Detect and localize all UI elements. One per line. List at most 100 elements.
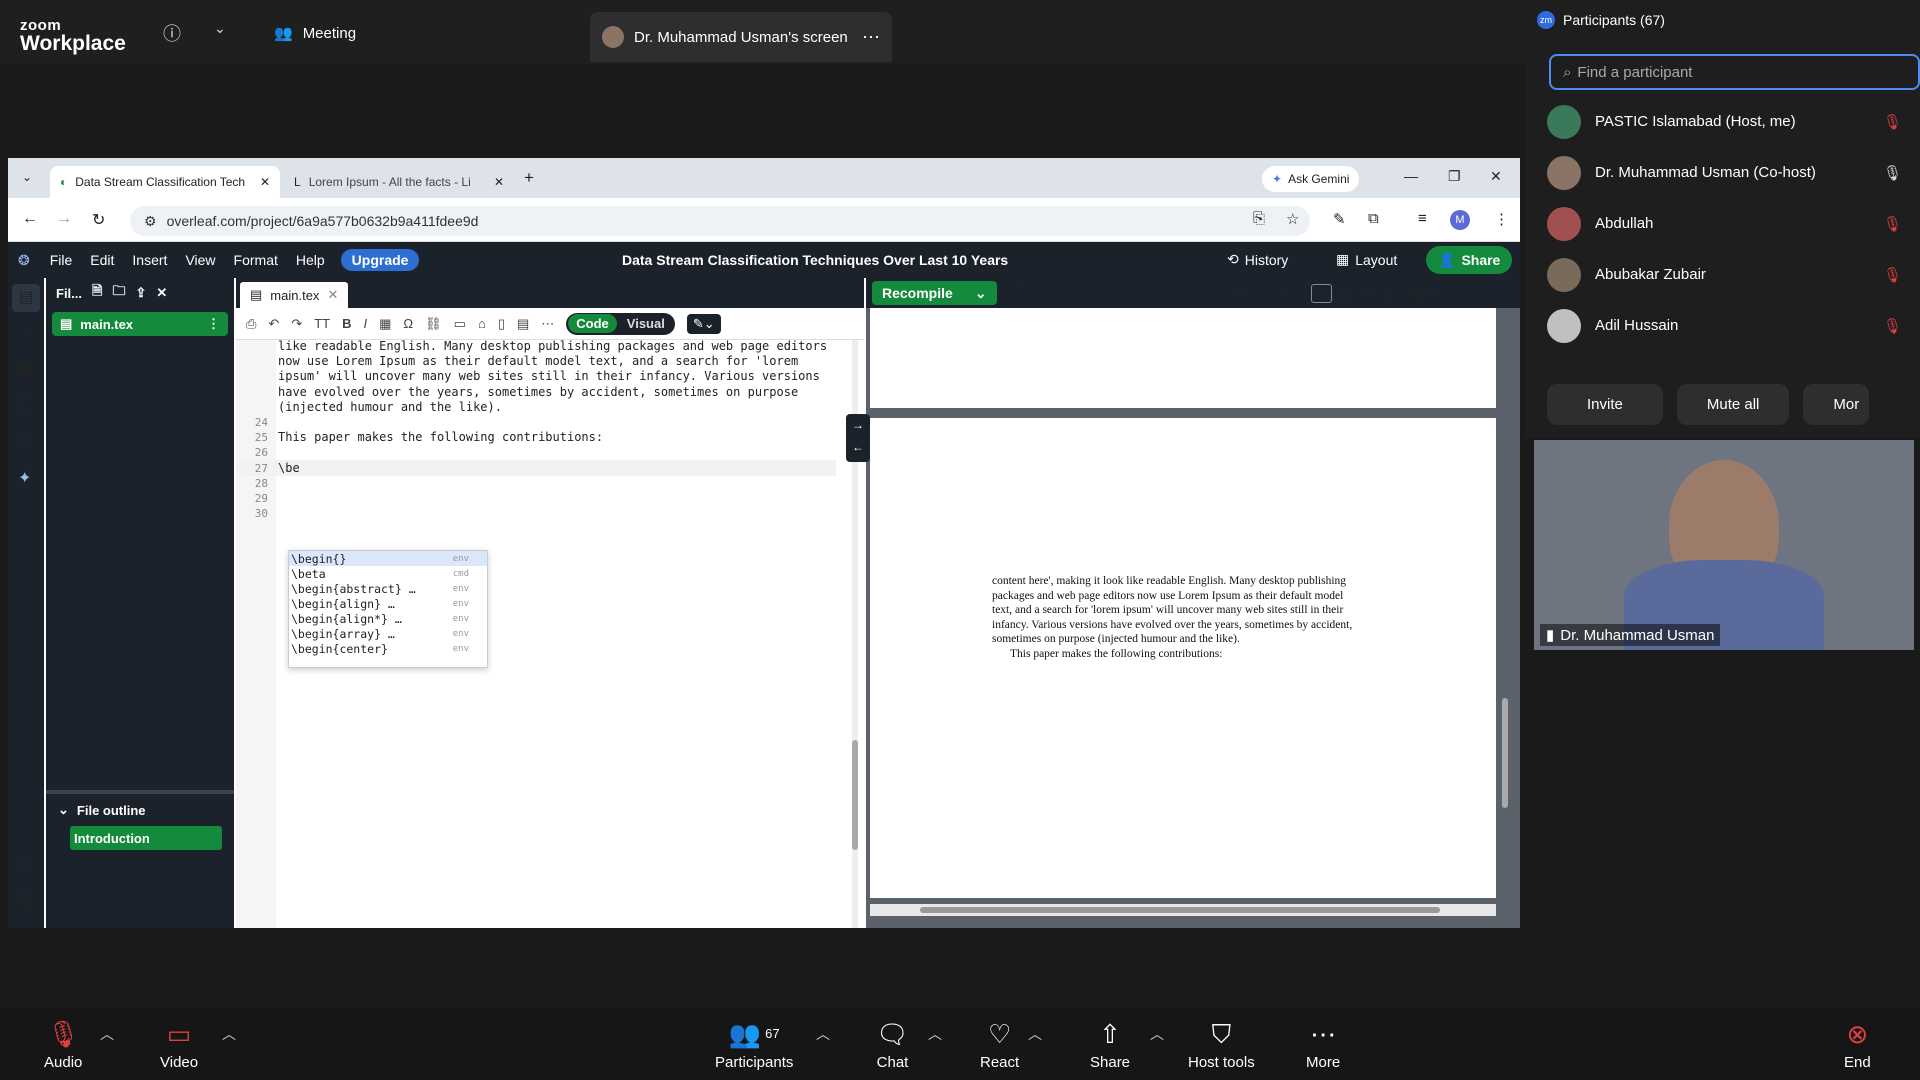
comment-icon[interactable]: ▭ xyxy=(454,316,466,332)
outline-item-introduction[interactable]: Introduction xyxy=(70,826,222,850)
code-line[interactable]: like readable English. Many desktop publ… xyxy=(236,338,836,353)
integrations-icon[interactable]: ▣ xyxy=(18,358,33,378)
file-outline-header[interactable]: ⌄ File outline xyxy=(58,802,146,818)
code-line[interactable]: 27 \be xyxy=(236,460,836,476)
host-tools-button[interactable]: ⛉ Host tools xyxy=(1188,1020,1255,1071)
mic-icon[interactable]: 🎙 xyxy=(1883,164,1902,182)
url-field[interactable]: ⚙ overleaf.com/project/6a9a577b0632b9a41… xyxy=(130,206,1310,236)
review-icon[interactable]: ▢ xyxy=(18,394,33,414)
menu-edit[interactable]: Edit xyxy=(90,252,114,268)
undo-icon[interactable]: ↶ xyxy=(268,316,279,332)
pdf-vertical-scrollbar[interactable] xyxy=(1500,308,1510,898)
autocomplete-option[interactable]: \begin{array} … env xyxy=(289,626,487,641)
invite-button[interactable]: Invite xyxy=(1547,384,1663,425)
participants-options-icon[interactable]: ︿ xyxy=(816,1024,830,1044)
ask-gemini-button[interactable]: ✦ Ask Gemini xyxy=(1262,166,1360,192)
pen-icon[interactable]: ✎ xyxy=(1333,210,1346,228)
table-icon[interactable]: ▤ xyxy=(517,316,529,332)
profile-avatar[interactable]: M xyxy=(1450,210,1470,230)
help-icon[interactable]: ? xyxy=(18,858,27,876)
layout-button[interactable]: ▦ Layout xyxy=(1336,251,1397,268)
project-title[interactable]: Data Stream Classification Techniques Ov… xyxy=(622,252,1008,268)
code-line[interactable]: 25 This paper makes the following contrib… xyxy=(236,430,836,445)
pane-toggle-arrows[interactable]: → ← xyxy=(846,414,870,462)
more-icon[interactable]: ⋯ xyxy=(541,316,554,332)
audio-button[interactable]: 🎙 Audio xyxy=(44,1020,82,1071)
zoom-out-icon[interactable]: − xyxy=(1364,286,1372,301)
share-options-icon[interactable]: ︿ xyxy=(1150,1024,1164,1044)
video-button[interactable]: ▭ Video xyxy=(160,1020,198,1071)
mic-muted-icon[interactable]: 🎙 xyxy=(1883,266,1902,284)
code-line[interactable]: now use Lorem Ipsum as their default mod… xyxy=(236,353,836,368)
next-page-icon[interactable]: ﹀ xyxy=(1284,284,1297,303)
new-file-icon[interactable]: 🗎 xyxy=(92,282,102,304)
code-line[interactable]: 28 xyxy=(236,476,836,491)
mic-muted-icon[interactable]: 🎙 xyxy=(1883,113,1902,131)
download-icon[interactable]: ⤓ xyxy=(1035,285,1041,301)
participant-row[interactable]: Adil Hussain 🎙 xyxy=(1525,300,1920,351)
print-icon[interactable]: ⎙ xyxy=(246,316,256,332)
reload-icon[interactable]: ↻ xyxy=(92,210,105,230)
autocomplete-option[interactable]: \begin{center} env xyxy=(289,641,487,656)
figure-icon[interactable]: ▯ xyxy=(498,316,505,332)
redo-icon[interactable]: ↷ xyxy=(291,316,302,332)
history-button[interactable]: ⟲ History xyxy=(1227,251,1288,268)
screen-share-tab[interactable]: Dr. Muhammad Usman's screen ⋯ xyxy=(590,12,892,62)
audio-options-icon[interactable]: ︿ xyxy=(100,1024,114,1044)
participant-row[interactable]: Abdullah 🎙 xyxy=(1525,198,1920,249)
upgrade-button[interactable]: Upgrade xyxy=(340,249,420,271)
page-number-input[interactable]: 3 xyxy=(1310,283,1332,303)
math-icon[interactable]: ▦ xyxy=(379,316,391,332)
tab-lorem-ipsum[interactable]: L Lorem Ipsum - All the facts - Li ✕ xyxy=(284,166,514,198)
edit-mode-icon[interactable]: ✎⌄ xyxy=(686,313,721,334)
maximize-icon[interactable]: ❐ xyxy=(1448,168,1461,185)
symbol-icon[interactable]: Ω xyxy=(403,316,413,331)
end-button[interactable]: ⊗ End xyxy=(1844,1020,1871,1071)
more-toolbar-button[interactable]: ⋯ More xyxy=(1306,1020,1340,1071)
tab-search-icon[interactable]: ⌄ xyxy=(22,170,32,184)
italic-icon[interactable]: I xyxy=(364,316,368,331)
bookmark-star-icon[interactable]: ☆ xyxy=(1286,210,1299,228)
log-icon[interactable]: 🗎 xyxy=(1011,282,1021,304)
search-icon[interactable]: ⌕ xyxy=(18,322,27,340)
link-icon[interactable]: ⛓ xyxy=(425,316,442,332)
install-icon[interactable]: ⎘ xyxy=(1253,210,1265,227)
ai-assist-icon[interactable]: ✦ xyxy=(18,468,31,488)
chat-button[interactable]: 🗨 Chat xyxy=(876,1020,909,1071)
prev-page-icon[interactable]: ︿ xyxy=(1257,284,1270,303)
menu-help[interactable]: Help xyxy=(296,252,325,268)
settings-icon[interactable]: ⚙ xyxy=(18,890,32,910)
meeting-button[interactable]: 👥 Meeting xyxy=(274,24,356,43)
menu-insert[interactable]: Insert xyxy=(132,252,167,268)
file-tree-icon[interactable]: ▤ xyxy=(12,284,40,312)
code-line[interactable]: (injected humour and the like). xyxy=(236,399,836,414)
participant-row[interactable]: Dr. Muhammad Usman (Co-host) 🎙 xyxy=(1525,147,1920,198)
browser-menu-icon[interactable]: ⋮ xyxy=(1494,210,1509,228)
text-size-icon[interactable]: TT xyxy=(314,316,330,331)
media-icon[interactable]: ≡ xyxy=(1418,210,1427,227)
code-line[interactable]: 26 xyxy=(236,445,836,460)
pdf-horizontal-scrollbar[interactable] xyxy=(870,904,1496,916)
menu-file[interactable]: File xyxy=(50,252,73,268)
chat-options-icon[interactable]: ︿ xyxy=(928,1024,942,1044)
close-window-icon[interactable]: ✕ xyxy=(1490,168,1502,185)
participant-row[interactable]: PASTIC Islamabad (Host, me) 🎙 xyxy=(1525,96,1920,147)
close-tab-icon[interactable]: ✕ xyxy=(494,175,504,189)
share-screen-button[interactable]: ⇧ Share xyxy=(1090,1020,1130,1071)
code-mode-toggle[interactable]: Code xyxy=(568,314,617,333)
code-line[interactable]: 29 xyxy=(236,491,836,506)
mic-muted-icon[interactable]: 🎙 xyxy=(1883,317,1902,335)
tag-icon[interactable]: ⌂ xyxy=(478,316,486,331)
tab-main-tex[interactable]: ▤ main.tex ✕ xyxy=(240,282,349,308)
menu-view[interactable]: View xyxy=(185,252,215,268)
more-button[interactable]: Mor xyxy=(1803,384,1870,425)
chevron-down-icon[interactable]: ⌄ xyxy=(214,20,226,37)
code-line[interactable]: 30 xyxy=(236,506,836,521)
new-tab-icon[interactable]: + xyxy=(524,168,534,188)
upload-icon[interactable]: ⇪ xyxy=(135,285,146,301)
autocomplete-option[interactable]: \begin{align} … env xyxy=(289,596,487,611)
video-options-icon[interactable]: ︿ xyxy=(222,1024,236,1044)
code-line[interactable]: have evolved over the years, sometimes b… xyxy=(236,384,836,399)
chevron-down-icon[interactable]: ⌄ xyxy=(975,285,987,302)
file-tree-header[interactable]: Fil... xyxy=(56,286,82,301)
